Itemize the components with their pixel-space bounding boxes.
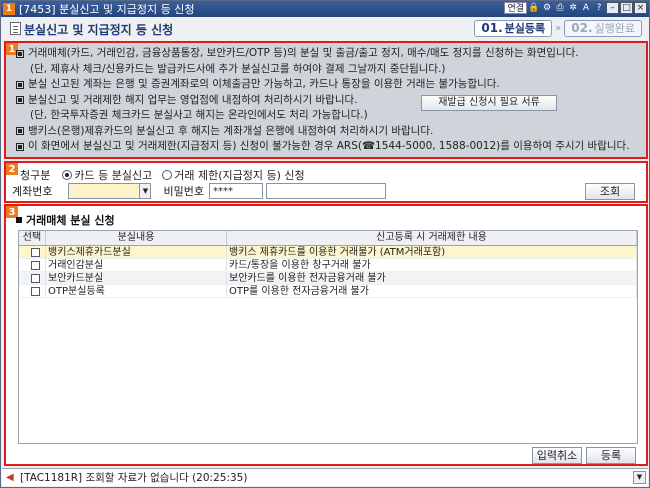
password-input[interactable] [208,183,263,199]
chevron-down-icon[interactable]: ▼ [633,471,646,484]
row-checkbox[interactable] [31,287,40,296]
row-content: 보안카드분실 [46,272,227,284]
row-content: 거래인감분실 [46,259,227,271]
square-bullet-icon [16,217,22,223]
notice-text: 거래매체(카드, 거래인감, 금융상품통장, 보안카드/OTP 등)의 분실 및… [28,47,579,59]
section-marker-2: 2 [6,163,18,175]
table-header: 선택 분실내용 신고등록 시 거래제한 내용 [19,231,637,246]
media-lost-panel: 3 거래매체 분실 신청 선택 분실내용 신고등록 시 거래제한 내용 뱅키스제… [4,204,648,466]
printer-icon[interactable]: ⎙ [554,2,566,14]
step-1-number: 01. [481,21,503,35]
register-button[interactable]: 등록 [586,447,636,464]
maximize-button[interactable]: □ [620,2,633,14]
account-name-field[interactable] [265,183,386,199]
reissue-documents-button[interactable]: 재발급 신청시 필요 서류 [421,95,557,111]
page-title: 분실신고 및 지급정지 등 신청 [24,22,174,37]
row-checkbox[interactable] [31,274,40,283]
close-button[interactable]: × [634,2,647,14]
notice-line-6: 뱅키스(은행)제휴카드의 분실신고 후 해지는 계좌개설 은행에 내점하여 처리… [16,124,640,140]
table-row[interactable]: 보안카드분실 보안카드를 이용한 전자금융거래 불가 [19,272,637,285]
radio-lost-report-label[interactable]: 카드 등 분실신고 [74,167,152,183]
request-form-panel: 2 청구분 카드 등 분실신고 거래 제한(지급정지 등) 신청 계좌번호 ▼ … [4,161,648,203]
password-label: 비밀번호 [163,185,204,198]
gear-icon[interactable]: ⚙ [541,2,553,14]
row-content: 뱅키스제휴카드분실 [46,246,227,258]
font-size-icon[interactable]: A [580,2,592,14]
bullet-icon [16,80,24,89]
row-content: OTP분실등록 [46,285,227,297]
radio-lost-report[interactable] [62,170,73,180]
notice-text: 분실 신고된 계좌는 은행 및 증권계좌로의 이체출금만 가능하고, 카드나 통… [28,78,500,90]
step-1[interactable]: 01. 분실등록 [474,20,553,37]
row-restriction: OTP를 이용한 전자금융거래 불가 [227,285,637,297]
request-type-row: 청구분 카드 등 분실신고 거래 제한(지급정지 등) 신청 [20,167,305,183]
cancel-input-button[interactable]: 입력취소 [532,447,582,464]
notice-panel: 1 거래매체(카드, 거래인감, 금융상품통장, 보안카드/OTP 등)의 분실… [4,41,648,159]
bullet-icon [16,142,24,151]
table-row[interactable]: 뱅키스제휴카드분실 뱅키스 제휴카드를 이용한 거래불가 (ATM거래포함) [19,246,637,259]
speaker-icon: ◀ [6,471,14,483]
column-restriction[interactable]: 신고등록 시 거래제한 내용 [227,231,637,245]
section-title-text: 거래매체 분실 신청 [26,214,115,227]
row-restriction: 보안카드를 이용한 전자금융거래 불가 [227,272,637,284]
account-row: 계좌번호 ▼ 비밀번호 [12,183,386,199]
settings-icon[interactable]: ✲ [567,2,579,14]
step-2-label: 실행완료 [594,22,635,35]
notice-line-3: 분실 신고된 계좌는 은행 및 증권계좌로의 이체출금만 가능하고, 카드나 통… [16,77,640,93]
bullet-icon [16,49,24,58]
column-lost-content[interactable]: 분실내용 [46,231,227,245]
window-badge: 1 [3,3,15,15]
page-header: 분실신고 및 지급정지 등 신청 01. 분실등록 » 02. 실행완료 [2,18,648,40]
table-row[interactable]: OTP분실등록 OTP를 이용한 전자금융거래 불가 [19,285,637,298]
notice-text: (단, 제휴사 체크/신용카드는 발급카드사에 추가 분실신고를 하여야 결제 … [30,62,446,75]
chevron-down-icon[interactable]: ▼ [140,183,152,199]
search-button[interactable]: 조회 [585,183,635,200]
step-2-number: 02. [571,21,593,35]
radio-transaction-restriction[interactable] [162,170,173,180]
notice-text: 분실신고 및 거래제한 해지 업무는 영업점에 내점하여 처리하시기 바랍니다. [28,93,358,106]
account-number-input[interactable] [68,183,141,199]
row-restriction: 카드/통장을 이용한 창구거래 불가 [227,259,637,271]
status-message: [TAC1181R] 조회할 자료가 없습니다 (20:25:35) [20,472,248,484]
step-1-label: 분실등록 [504,22,546,35]
row-checkbox[interactable] [31,261,40,270]
lock-icon[interactable]: 🔒 [528,2,540,14]
status-bar: ◀ [TAC1181R] 조회할 자료가 없습니다 (20:25:35) ▼ [2,468,648,486]
notice-text: 뱅키스(은행)제휴카드의 분실신고 후 해지는 계좌개설 은행에 내점하여 처리… [28,124,434,137]
request-type-label: 청구분 [20,169,51,182]
action-buttons: 입력취소 등록 [532,447,636,464]
row-checkbox[interactable] [31,248,40,257]
app-window: 1 [7453] 분실신고 및 지급정지 등 신청 연결 🔒 ⚙ ⎙ ✲ A ?… [0,0,650,488]
title-bar: 1 [7453] 분실신고 및 지급정지 등 신청 연결 🔒 ⚙ ⎙ ✲ A ?… [1,1,649,17]
step-2[interactable]: 02. 실행완료 [564,20,642,37]
radio-transaction-restriction-label[interactable]: 거래 제한(지급정지 등) 신청 [174,167,304,183]
lost-items-table: 선택 분실내용 신고등록 시 거래제한 내용 뱅키스제휴카드분실 뱅키스 제휴카… [18,230,638,444]
account-label: 계좌번호 [12,185,53,198]
window-title: [7453] 분실신고 및 지급정지 등 신청 [19,3,195,16]
help-icon[interactable]: ? [593,2,605,14]
step-separator-icon: » [555,23,562,34]
notice-text: 이 화면에서 분실신고 및 거래제한(지급정지 등) 신청이 불가능한 경우 A… [28,140,630,152]
notice-line-1: 거래매체(카드, 거래인감, 금융상품통장, 보안카드/OTP 등)의 분실 및… [16,46,640,62]
section-title: 거래매체 분실 신청 [16,212,115,228]
minimize-button[interactable]: – [606,2,619,14]
row-restriction: 뱅키스 제휴카드를 이용한 거래불가 (ATM거래포함) [227,246,637,258]
table-row[interactable]: 거래인감분실 카드/통장을 이용한 창구거래 불가 [19,259,637,272]
notice-text: (단, 한국투자증권 체크카드 분실사고 해지는 온라인에서도 처리 가능합니다… [30,109,368,121]
column-select[interactable]: 선택 [19,231,46,245]
notice-line-2: (단, 제휴사 체크/신용카드는 발급카드사에 추가 분실신고를 하여야 결제 … [16,62,640,78]
document-icon [10,22,21,35]
notice-line-7: 이 화면에서 분실신고 및 거래제한(지급정지 등) 신청이 불가능한 경우 A… [16,139,640,155]
bullet-icon [16,127,24,136]
link-button[interactable]: 연결 [504,2,527,14]
bullet-icon [16,96,24,105]
step-indicator: 01. 분실등록 » 02. 실행완료 [474,20,642,37]
title-bar-tools: 연결 🔒 ⚙ ⎙ ✲ A ? – □ × [504,2,647,14]
